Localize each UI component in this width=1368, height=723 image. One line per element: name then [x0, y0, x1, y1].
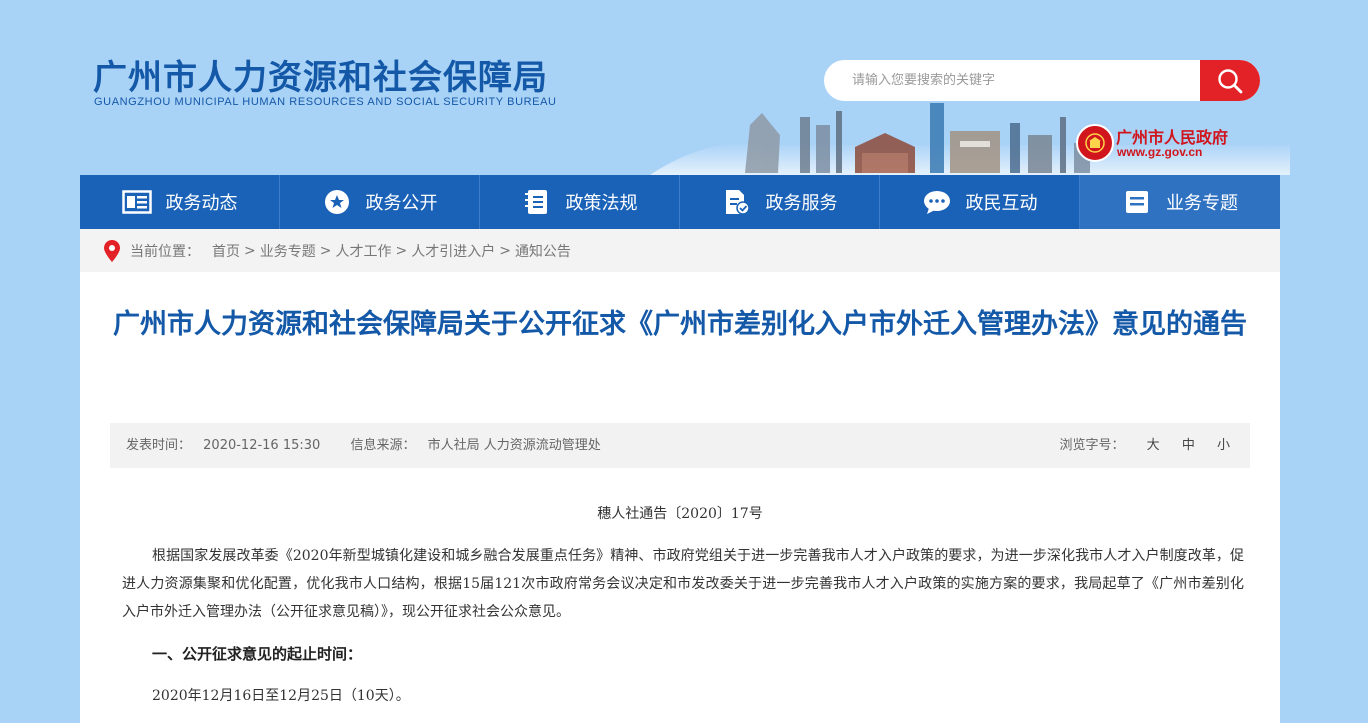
site-title[interactable]: 广州市人力资源和社会保障局: [93, 50, 548, 99]
article-paragraph: 根据国家发展改革委《2020年新型城镇化建设和城乡融合发展重点任务》精神、市政府…: [122, 548, 1244, 620]
nav-item-news[interactable]: 政务动态: [80, 175, 280, 229]
font-size-medium-button[interactable]: 中: [1182, 438, 1195, 453]
star-icon: [322, 189, 352, 215]
breadcrumb-separator: >: [499, 242, 511, 259]
nav-label: 政民互动: [965, 193, 1038, 214]
breadcrumb-home[interactable]: 首页: [212, 241, 240, 261]
nav-item-services[interactable]: 政务服务: [680, 175, 880, 229]
source-label: 信息来源：: [350, 438, 416, 453]
news-icon: [121, 189, 152, 215]
location-pin-icon: [104, 239, 120, 262]
list-icon: [1122, 189, 1152, 215]
breadcrumb-separator: >: [395, 242, 408, 259]
section-text: 2020年12月16日至12月25日（10天）。: [152, 688, 410, 704]
search-icon: [1218, 68, 1243, 93]
nav-item-policies[interactable]: 政策法规: [480, 175, 680, 229]
breadcrumb-talent-work[interactable]: 人才工作: [335, 241, 391, 261]
document-icon: [722, 189, 752, 215]
nav-label: 政务公开: [365, 193, 438, 214]
section-heading: 一、公开征求意见的起止时间：: [152, 645, 363, 663]
breadcrumb-label: 当前位置：: [130, 243, 200, 260]
site-subtitle: GUANGZHOU MUNICIPAL HUMAN RESOURCES AND …: [94, 96, 557, 108]
gov-emblem-icon[interactable]: [1076, 124, 1114, 162]
source-value: 市人社局 人力资源流动管理处: [427, 438, 601, 453]
main-nav: 政务动态 政务公开 政策法规 政务服务 政民互动 业务专题: [80, 175, 1280, 229]
publish-time-label: 发表时间：: [126, 438, 192, 453]
breadcrumb: 当前位置： 首页 > 业务专题 > 人才工作 > 人才引进入户 > 通知公告: [80, 229, 1280, 272]
article-title: 广州市人力资源和社会保障局关于公开征求《广州市差别化入户市外迁入管理办法》意见的…: [113, 309, 1247, 340]
nav-item-topics[interactable]: 业务专题: [1080, 175, 1280, 229]
article-meta-info: 发表时间： 2020-12-16 15:30 信息来源： 市人社局 人力资源流动…: [126, 423, 601, 468]
nav-label: 政策法规: [565, 193, 638, 214]
nav-label: 政务服务: [765, 193, 838, 214]
document-number: 穗人社通告〔2020〕17号: [597, 506, 763, 522]
book-icon: [522, 189, 552, 215]
gov-portal-url[interactable]: www.gz.gov.cn: [1117, 145, 1202, 159]
breadcrumb-talent-settlement[interactable]: 人才引进入户: [411, 241, 495, 261]
font-size-switcher: 浏览字号： 大 中 小: [1060, 423, 1230, 468]
font-size-label: 浏览字号：: [1059, 438, 1125, 453]
breadcrumb-notices[interactable]: 通知公告: [515, 241, 571, 261]
article-meta-bar: 发表时间： 2020-12-16 15:30 信息来源： 市人社局 人力资源流动…: [110, 423, 1250, 468]
nav-label: 业务专题: [1166, 193, 1238, 214]
font-size-small-button[interactable]: 小: [1217, 438, 1230, 453]
main-content: 当前位置： 首页 > 业务专题 > 人才工作 > 人才引进入户 > 通知公告 广…: [80, 229, 1280, 723]
breadcrumb-separator: >: [319, 242, 332, 259]
nav-label: 政务动态: [165, 193, 238, 214]
nav-item-interaction[interactable]: 政民互动: [880, 175, 1080, 229]
nav-item-disclosure[interactable]: 政务公开: [280, 175, 480, 229]
chat-icon: [922, 189, 952, 215]
site-header: 广州市人力资源和社会保障局 GUANGZHOU MUNICIPAL HUMAN …: [0, 0, 1368, 175]
font-size-large-button[interactable]: 大: [1147, 438, 1160, 453]
breadcrumb-topics[interactable]: 业务专题: [260, 241, 316, 261]
publish-time: 2020-12-16 15:30: [203, 438, 321, 453]
breadcrumb-separator: >: [244, 242, 256, 259]
